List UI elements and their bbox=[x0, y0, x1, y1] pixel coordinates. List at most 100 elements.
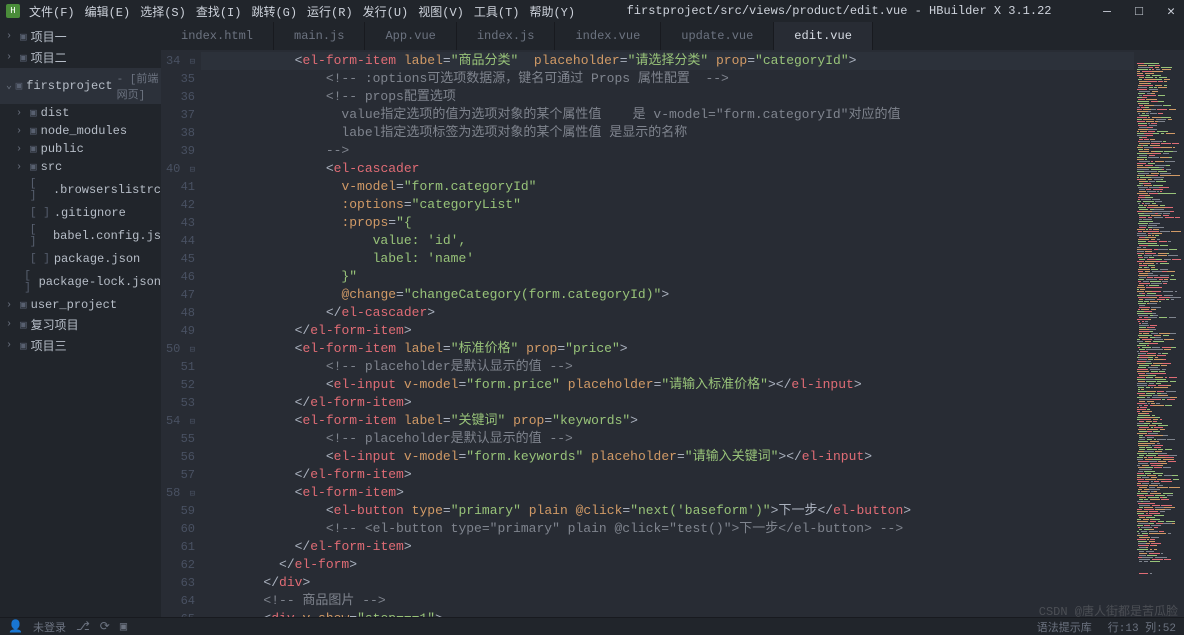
code-line[interactable]: label指定选项标签为选项对象的某个属性值 是显示的名称 bbox=[201, 124, 1134, 142]
code-line[interactable]: }" bbox=[201, 268, 1134, 286]
tree-folder-item[interactable]: ⌄▣firstproject - [前端网页] bbox=[0, 68, 161, 104]
chevron-right-icon: › bbox=[16, 126, 28, 137]
code-line[interactable]: </el-form-item> bbox=[201, 322, 1134, 340]
menu-item[interactable]: 编辑(E) bbox=[82, 1, 134, 22]
sync-icon[interactable]: ⟳ bbox=[100, 619, 110, 634]
editor-tab[interactable]: index.js bbox=[457, 22, 556, 50]
tree-item-label: package.json bbox=[54, 252, 140, 266]
code-line[interactable]: <el-input v-model="form.price" placehold… bbox=[201, 376, 1134, 394]
code-line[interactable]: <el-button type="primary" plain @click="… bbox=[201, 502, 1134, 520]
code-line[interactable]: v-model="form.categoryId" bbox=[201, 178, 1134, 196]
tree-file-item[interactable]: [ ]package-lock.json bbox=[0, 268, 161, 296]
menu-item[interactable]: 帮助(Y) bbox=[526, 1, 578, 22]
editor-tab[interactable]: index.vue bbox=[555, 22, 661, 50]
code-line[interactable]: <!-- 商品图片 --> bbox=[201, 592, 1134, 610]
code-line[interactable]: <div v-show="step===1"> bbox=[201, 610, 1134, 617]
code-line[interactable]: <!-- placeholder是默认显示的值 --> bbox=[201, 430, 1134, 448]
code-line[interactable]: :options="categoryList" bbox=[201, 196, 1134, 214]
line-number: 34 ⊟ bbox=[161, 52, 201, 70]
tree-folder-item[interactable]: ›▣user_project bbox=[0, 296, 161, 314]
line-number: 38 bbox=[161, 124, 201, 142]
tree-file-item[interactable]: [ ] package.json bbox=[0, 250, 161, 268]
code-line[interactable]: value: 'id', bbox=[201, 232, 1134, 250]
tree-item-label: firstproject bbox=[26, 79, 112, 93]
tree-file-item[interactable]: [ ].gitignore bbox=[0, 204, 161, 222]
editor-tab[interactable]: edit.vue bbox=[774, 22, 873, 50]
tree-folder-item[interactable]: ›▣node_modules bbox=[0, 122, 161, 140]
code-line[interactable]: <el-form-item label="关键词" prop="keywords… bbox=[201, 412, 1134, 430]
branch-icon[interactable]: ⎇ bbox=[76, 619, 90, 634]
code-line[interactable]: <!-- placeholder是默认显示的值 --> bbox=[201, 358, 1134, 376]
editor-tab[interactable]: update.vue bbox=[661, 22, 774, 50]
line-number: 39 bbox=[161, 142, 201, 160]
chevron-right-icon: › bbox=[6, 340, 18, 351]
code-line[interactable]: </el-cascader> bbox=[201, 304, 1134, 322]
editor-tab[interactable]: App.vue bbox=[365, 22, 456, 50]
menu-item[interactable]: 文件(F) bbox=[26, 1, 78, 22]
code-line[interactable]: value指定选项的值为选项对象的某个属性值 是 v-model="form.c… bbox=[201, 106, 1134, 124]
menu-item[interactable]: 运行(R) bbox=[304, 1, 356, 22]
code-line[interactable]: <el-cascader bbox=[201, 160, 1134, 178]
code-line[interactable]: </el-form-item> bbox=[201, 538, 1134, 556]
line-number: 61 bbox=[161, 538, 201, 556]
code-line[interactable]: </el-form-item> bbox=[201, 466, 1134, 484]
login-status[interactable]: 未登录 bbox=[33, 619, 66, 635]
code-line[interactable]: <!-- <el-button type="primary" plain @cl… bbox=[201, 520, 1134, 538]
editor-tab[interactable]: index.html bbox=[161, 22, 274, 50]
syntax-lib[interactable]: 语法提示库 bbox=[1037, 619, 1092, 635]
tree-file-item[interactable]: [ ]babel.config.js bbox=[0, 222, 161, 250]
menu-bar: 文件(F)编辑(E)选择(S)查找(I)跳转(G)运行(R)发行(U)视图(V)… bbox=[26, 1, 578, 22]
minimap[interactable] bbox=[1134, 50, 1184, 617]
close-icon[interactable]: ✕ bbox=[1164, 4, 1178, 18]
file-icon: [ ] bbox=[30, 253, 50, 265]
code-line[interactable]: :props="{ bbox=[201, 214, 1134, 232]
tree-item-label: 复习项目 bbox=[31, 316, 79, 333]
code-editor[interactable]: <el-form-item label="商品分类" placeholder="… bbox=[201, 50, 1134, 617]
tree-item-label: 项目三 bbox=[31, 337, 67, 354]
menu-item[interactable]: 跳转(G) bbox=[248, 1, 300, 22]
minimize-icon[interactable]: — bbox=[1100, 4, 1114, 18]
chevron-right-icon: › bbox=[6, 319, 18, 330]
tree-file-item[interactable]: [ ].browserslistrc bbox=[0, 176, 161, 204]
code-line[interactable]: <!-- props配置选项 bbox=[201, 88, 1134, 106]
code-line[interactable]: </el-form> bbox=[201, 556, 1134, 574]
line-number: 64 bbox=[161, 592, 201, 610]
code-line[interactable]: <el-form-item label="商品分类" placeholder="… bbox=[201, 52, 1134, 70]
menu-item[interactable]: 查找(I) bbox=[193, 1, 245, 22]
status-bar: 👤 未登录 ⎇ ⟳ ▣ 语法提示库 行:13 列:52 bbox=[0, 617, 1184, 635]
maximize-icon[interactable]: □ bbox=[1132, 4, 1146, 18]
tree-item-label: dist bbox=[41, 106, 70, 120]
code-line[interactable]: </el-form-item> bbox=[201, 394, 1134, 412]
code-line[interactable]: label: 'name' bbox=[201, 250, 1134, 268]
code-line[interactable]: <el-input v-model="form.keywords" placeh… bbox=[201, 448, 1134, 466]
menu-item[interactable]: 发行(U) bbox=[360, 1, 412, 22]
code-line[interactable]: --> bbox=[201, 142, 1134, 160]
user-icon[interactable]: 👤 bbox=[8, 619, 23, 634]
tree-item-label: babel.config.js bbox=[53, 229, 161, 243]
code-line[interactable]: <el-form-item> bbox=[201, 484, 1134, 502]
tree-folder-item[interactable]: ›▣dist bbox=[0, 104, 161, 122]
line-number: 50 ⊟ bbox=[161, 340, 201, 358]
tree-folder-item[interactable]: ›▣复习项目 bbox=[0, 314, 161, 335]
menu-item[interactable]: 工具(T) bbox=[471, 1, 523, 22]
cursor-position[interactable]: 行:13 列:52 bbox=[1108, 619, 1176, 635]
code-line[interactable]: <el-form-item label="标准价格" prop="price"> bbox=[201, 340, 1134, 358]
tree-folder-item[interactable]: ›▣src bbox=[0, 158, 161, 176]
code-line[interactable]: @change="changeCategory(form.categoryId)… bbox=[201, 286, 1134, 304]
code-line[interactable]: <!-- :options可选项数据源，键名可通过 Props 属性配置 --> bbox=[201, 70, 1134, 88]
chevron-right-icon: › bbox=[6, 52, 18, 63]
line-number: 52 bbox=[161, 376, 201, 394]
project-explorer[interactable]: ›▣项目一›▣项目二⌄▣firstproject - [前端网页]›▣dist›… bbox=[0, 22, 161, 617]
line-number: 35 bbox=[161, 70, 201, 88]
tree-folder-item[interactable]: ›▣项目一 bbox=[0, 26, 161, 47]
tree-folder-item[interactable]: ›▣项目二 bbox=[0, 47, 161, 68]
terminal-icon[interactable]: ▣ bbox=[120, 619, 127, 634]
editor-tab[interactable]: main.js bbox=[274, 22, 365, 50]
menu-item[interactable]: 视图(V) bbox=[415, 1, 467, 22]
code-line[interactable]: </div> bbox=[201, 574, 1134, 592]
folder-icon: ▣ bbox=[16, 79, 23, 93]
chevron-right-icon: › bbox=[16, 162, 28, 173]
menu-item[interactable]: 选择(S) bbox=[137, 1, 189, 22]
tree-folder-item[interactable]: ›▣项目三 bbox=[0, 335, 161, 356]
tree-folder-item[interactable]: ›▣public bbox=[0, 140, 161, 158]
